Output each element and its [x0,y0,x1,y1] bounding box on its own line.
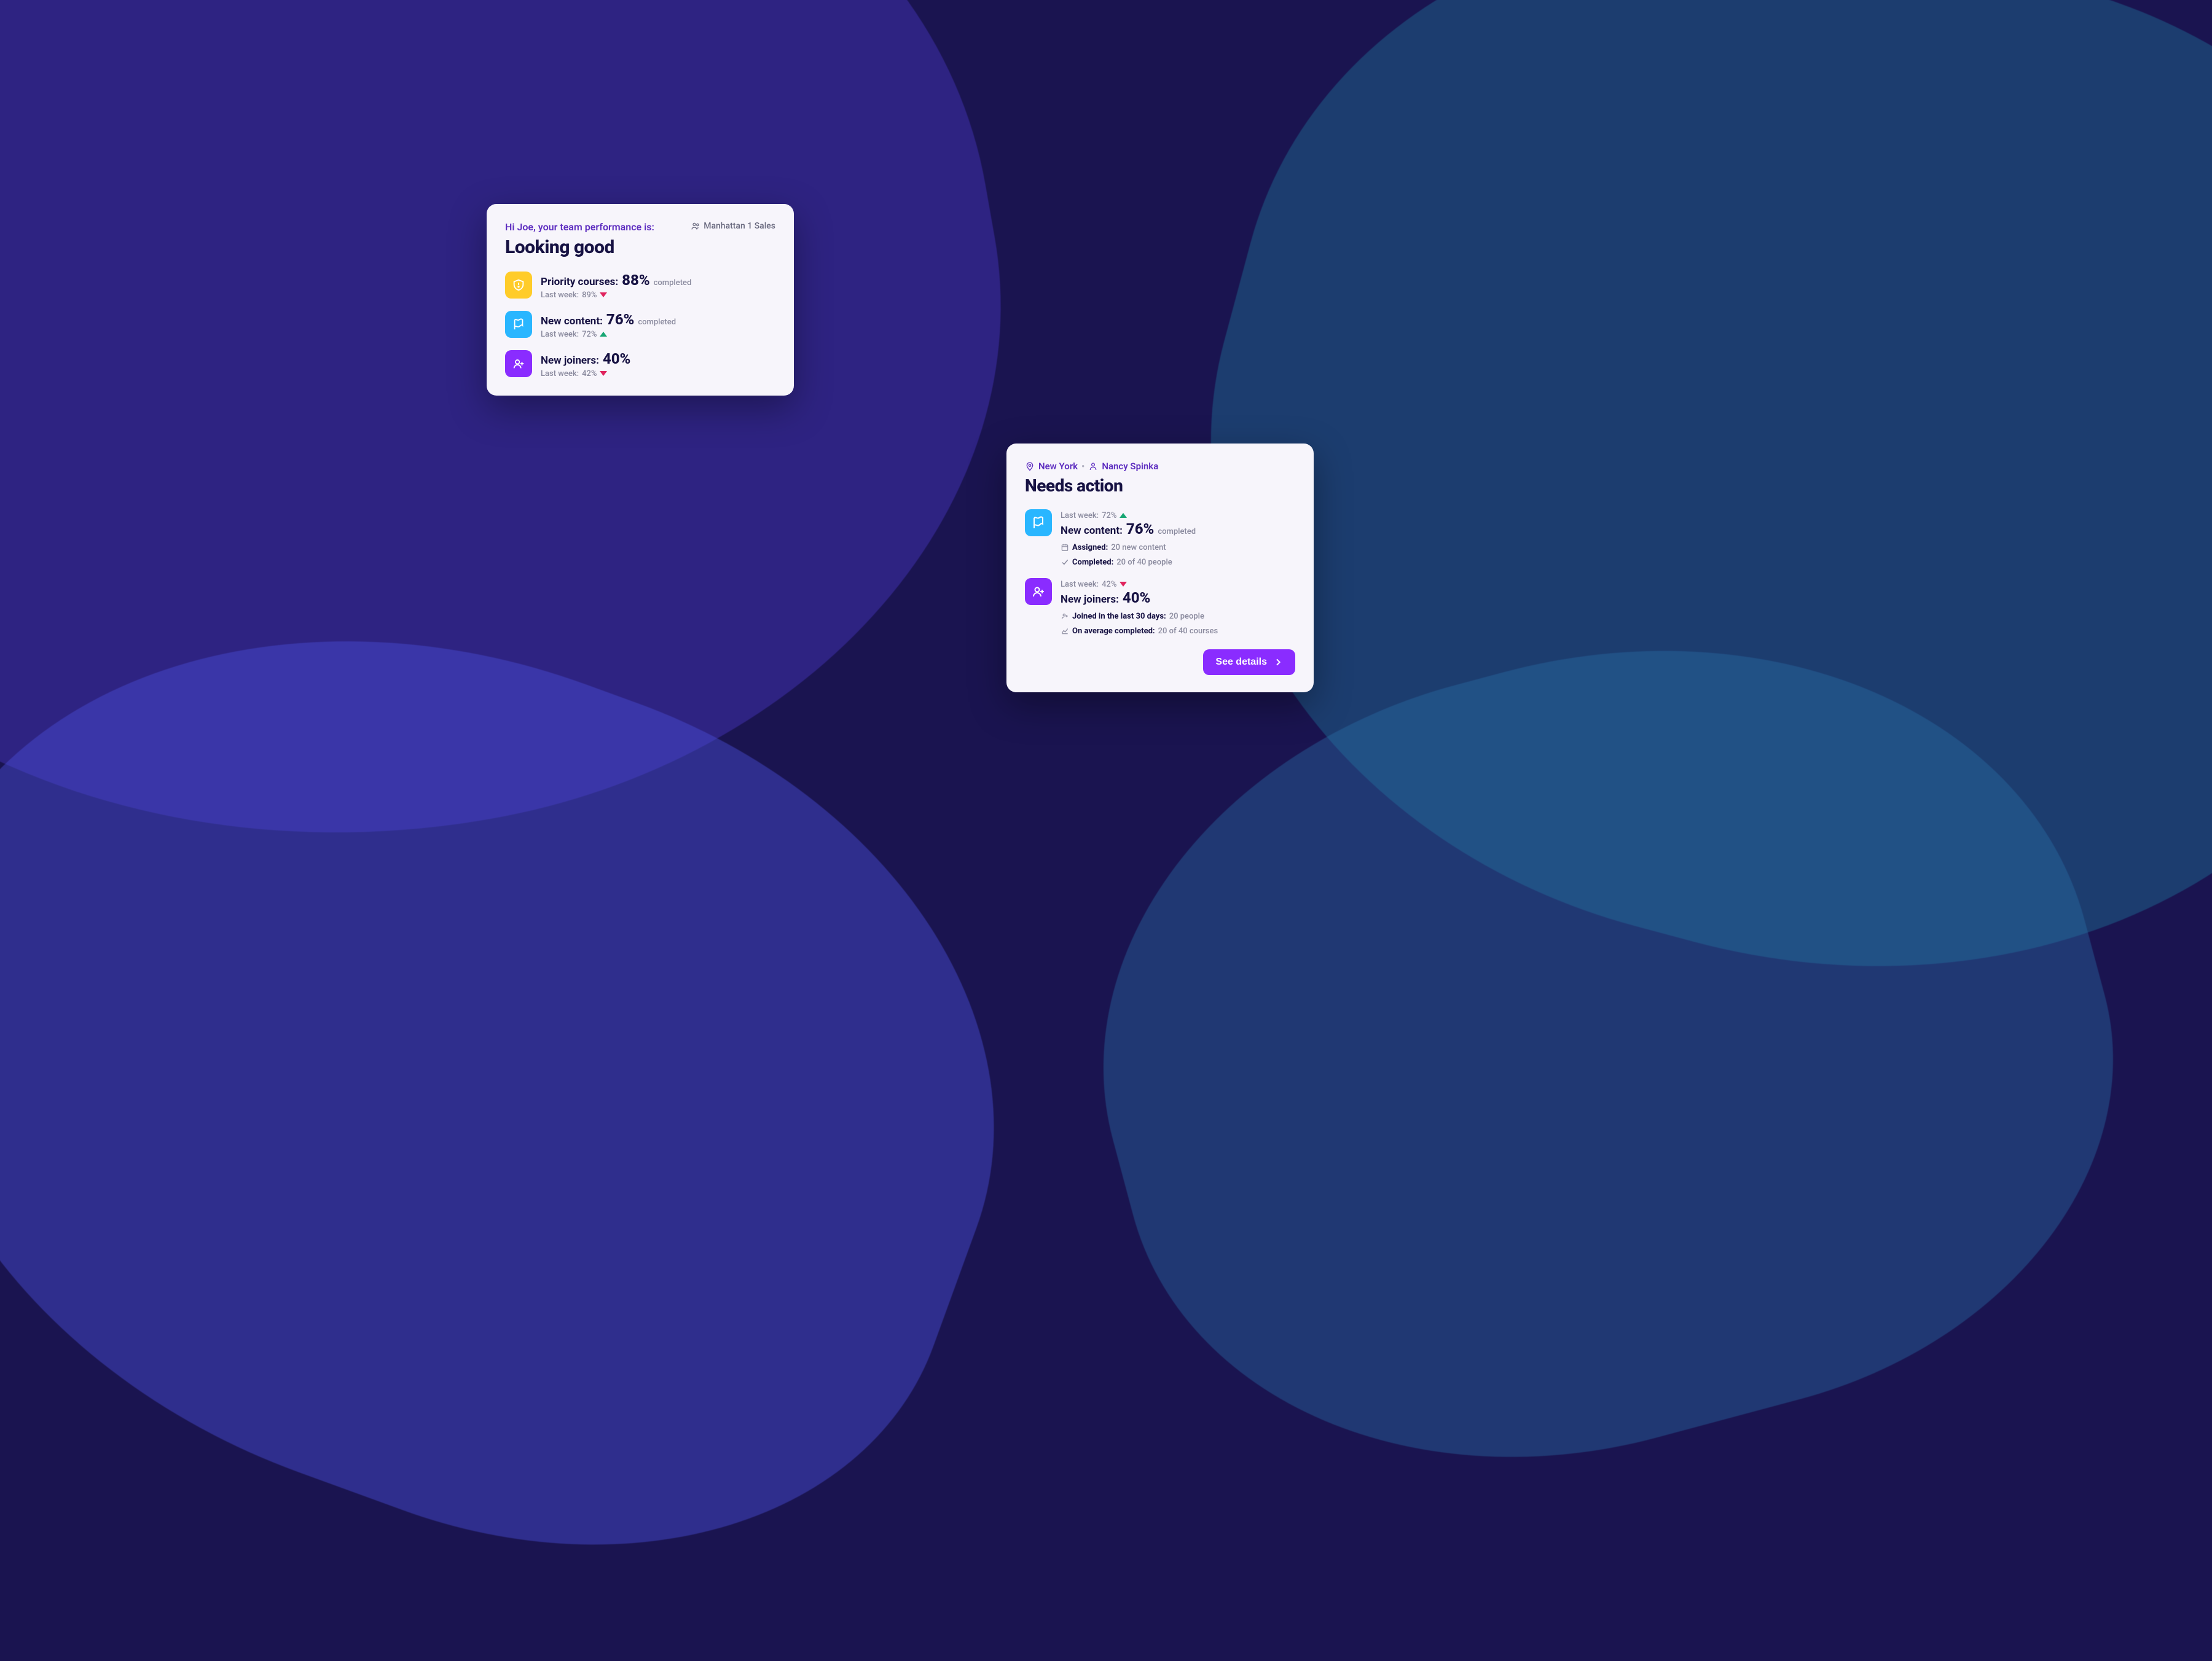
last-week-value: 72% [1102,511,1116,520]
metric-new-content: New content: 76% completed Last week: 72… [505,311,775,339]
user-plus-icon [1025,578,1052,605]
last-week-value: 89% [582,291,597,300]
chevron-right-icon [1273,657,1283,667]
metric-suffix: completed [1158,527,1196,536]
detail-value: 20 people [1169,612,1204,621]
metric-label: New content: [1061,525,1123,537]
last-week-label: Last week: [1061,511,1099,520]
detail-value: 20 new content [1111,543,1166,552]
status-title: Looking good [505,236,654,258]
greeting-text: Hi Joe, your team performance is: [505,221,654,233]
last-week-value: 72% [582,330,597,339]
metric-label: New joiners: [1061,593,1119,606]
breadcrumb: New York • Nancy Spinka [1025,461,1295,472]
flag-icon [505,311,532,338]
see-details-button[interactable]: See details [1203,649,1295,675]
detail-value: 20 of 40 people [1116,558,1172,567]
metrics-list: Last week: 72% New content: 76% complete… [1025,509,1295,636]
trend-up-icon [1120,513,1127,518]
user-plus-icon [505,350,532,377]
metric-label: New joiners: [541,354,599,367]
metric-value: 76% [1126,520,1154,537]
detail-value: 20 of 40 courses [1158,627,1218,636]
last-week-label: Last week: [1061,580,1099,589]
manager-name[interactable]: Nancy Spinka [1102,461,1158,472]
flag-icon [1025,509,1052,536]
chart-icon [1061,627,1069,635]
calendar-icon [1061,543,1069,552]
location-name[interactable]: New York [1038,461,1078,472]
metric-label: Priority courses: [541,276,618,288]
metric-new-content: Last week: 72% New content: 76% complete… [1025,509,1295,567]
team-performance-card: Hi Joe, your team performance is: Lookin… [487,204,794,396]
metric-value: 40% [603,350,630,367]
metric-new-joiners: Last week: 42% New joiners: 40% Joined i… [1025,578,1295,636]
detail-label: Joined in the last 30 days: [1072,612,1166,621]
trend-down-icon [1120,582,1127,587]
button-label: See details [1215,657,1267,668]
metric-suffix: completed [654,278,692,287]
group-icon [691,221,700,231]
user-icon [1088,461,1098,471]
status-title: Needs action [1025,475,1295,496]
last-week-label: Last week: [541,330,579,339]
last-week-label: Last week: [541,369,579,378]
last-week-label: Last week: [541,291,579,300]
metric-priority-courses: Priority courses: 88% completed Last wee… [505,272,775,300]
detail-label: Assigned: [1072,543,1108,552]
user-plus-small-icon [1061,612,1069,620]
breadcrumb-separator: • [1081,461,1084,472]
metric-value: 88% [622,272,649,289]
needs-action-card: New York • Nancy Spinka Needs action Las… [1006,444,1314,692]
last-week-value: 42% [582,369,597,378]
metric-new-joiners: New joiners: 40% Last week: 42% [505,350,775,378]
metrics-list: Priority courses: 88% completed Last wee… [505,272,775,378]
detail-label: On average completed: [1072,627,1155,636]
trend-down-icon [600,292,607,297]
team-chip[interactable]: Manhattan 1 Sales [691,221,775,231]
trend-up-icon [600,332,607,337]
metric-value: 40% [1123,589,1150,606]
check-icon [1061,558,1069,566]
metric-label: New content: [541,315,603,327]
location-pin-icon [1025,461,1035,471]
metric-value: 76% [606,311,634,328]
metric-suffix: completed [638,318,676,327]
team-name: Manhattan 1 Sales [704,221,775,231]
trend-down-icon [600,371,607,376]
detail-label: Completed: [1072,558,1113,567]
shield-alert-icon [505,272,532,299]
last-week-value: 42% [1102,580,1116,589]
